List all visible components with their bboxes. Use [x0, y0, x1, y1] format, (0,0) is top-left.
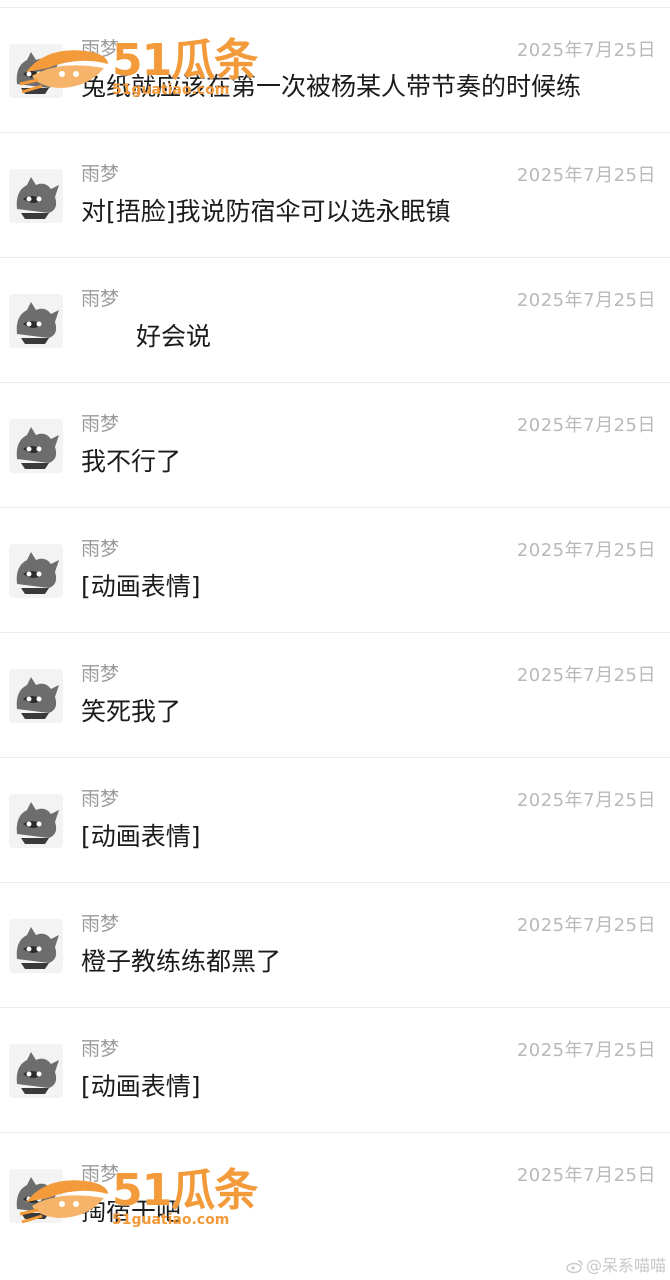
message-text: 我不行了 [81, 447, 182, 476]
sender-name: 雨梦 [81, 163, 120, 185]
message-date: 2025年7月25日 [516, 1040, 656, 1061]
message-text: [动画表情] [81, 822, 201, 851]
chat-message-row[interactable]: 雨梦 2025年7月25日 [动画表情] [0, 757, 670, 882]
weibo-credit: @呆系喵喵 [566, 1256, 666, 1276]
message-text: [动画表情] [81, 1072, 201, 1101]
message-date: 2025年7月25日 [516, 1165, 656, 1186]
avatar[interactable] [9, 1044, 63, 1098]
message-text: 橙子教练练都黑了 [81, 947, 282, 976]
message-text: 笑死我了 [81, 697, 182, 726]
sender-name: 雨梦 [81, 663, 120, 685]
sender-name: 雨梦 [81, 38, 120, 60]
chat-history-list: 雨梦 2025年7月25日 兔纸就应该在第一次被杨某人带节奏的时候练 雨梦 20… [0, 7, 670, 1257]
chat-message-row[interactable]: 雨梦 2025年7月25日 好会说 [0, 257, 670, 382]
message-date: 2025年7月25日 [516, 40, 656, 61]
chat-message-row[interactable]: 雨梦 2025年7月25日 我不行了 [0, 382, 670, 507]
chat-message-row[interactable]: 雨梦 2025年7月25日 [动画表情] [0, 507, 670, 632]
chat-message-row[interactable]: 雨梦 2025年7月25日 橙子教练练都黑了 [0, 882, 670, 1007]
sender-name: 雨梦 [81, 788, 120, 810]
message-text: 对[捂脸]我说防宿伞可以选永眠镇 [81, 197, 451, 226]
message-date: 2025年7月25日 [516, 790, 656, 811]
avatar[interactable] [9, 669, 63, 723]
message-text: 好会说 [136, 322, 212, 351]
message-text: 兔纸就应该在第一次被杨某人带节奏的时候练 [81, 72, 582, 101]
credit-text: @呆系喵喵 [585, 1256, 666, 1275]
message-date: 2025年7月25日 [516, 415, 656, 436]
avatar[interactable] [9, 794, 63, 848]
message-date: 2025年7月25日 [516, 540, 656, 561]
message-date: 2025年7月25日 [516, 290, 656, 311]
avatar[interactable] [9, 1169, 63, 1223]
message-text: 掏宿干吧 [81, 1197, 182, 1226]
chat-message-row[interactable]: 雨梦 2025年7月25日 兔纸就应该在第一次被杨某人带节奏的时候练 [0, 7, 670, 132]
sender-name: 雨梦 [81, 913, 120, 935]
sender-name: 雨梦 [81, 288, 120, 310]
avatar[interactable] [9, 169, 63, 223]
sender-name: 雨梦 [81, 538, 120, 560]
avatar[interactable] [9, 544, 63, 598]
message-date: 2025年7月25日 [516, 915, 656, 936]
avatar[interactable] [9, 419, 63, 473]
message-date: 2025年7月25日 [516, 165, 656, 186]
sender-name: 雨梦 [81, 413, 120, 435]
message-text: [动画表情] [81, 572, 201, 601]
chat-message-row[interactable]: 雨梦 2025年7月25日 掏宿干吧 [0, 1132, 670, 1257]
avatar[interactable] [9, 919, 63, 973]
chat-message-row[interactable]: 雨梦 2025年7月25日 [动画表情] [0, 1007, 670, 1132]
message-date: 2025年7月25日 [516, 665, 656, 686]
chat-message-row[interactable]: 雨梦 2025年7月25日 对[捂脸]我说防宿伞可以选永眠镇 [0, 132, 670, 257]
sender-name: 雨梦 [81, 1038, 120, 1060]
avatar[interactable] [9, 294, 63, 348]
sender-name: 雨梦 [81, 1163, 120, 1185]
weibo-icon [566, 1260, 583, 1273]
chat-message-row[interactable]: 雨梦 2025年7月25日 笑死我了 [0, 632, 670, 757]
avatar[interactable] [9, 44, 63, 98]
